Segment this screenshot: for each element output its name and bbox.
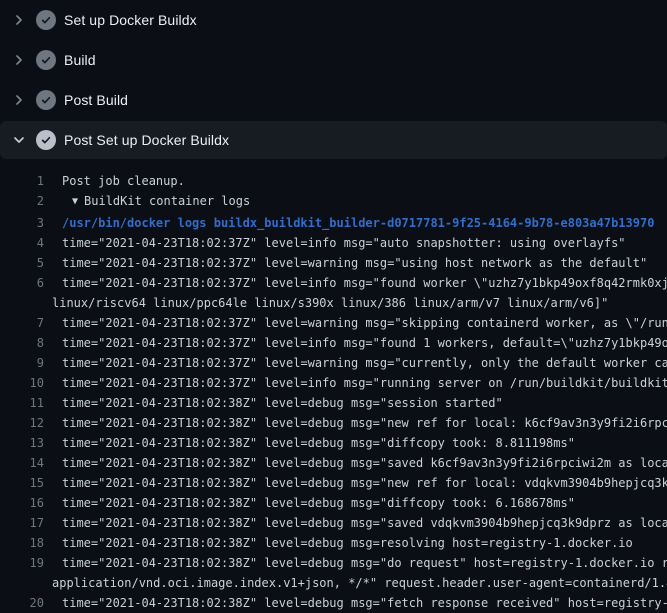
log-line: 16 time="2021-04-23T18:02:38Z" level=deb…	[0, 493, 667, 513]
log-line-number[interactable]: 5	[0, 253, 44, 273]
log-line: 15 time="2021-04-23T18:02:38Z" level=deb…	[0, 473, 667, 493]
log-line-text: time="2021-04-23T18:02:37Z" level=info m…	[52, 373, 667, 393]
log-line-number[interactable]: 2	[0, 191, 44, 213]
step-label: Post Build	[64, 90, 128, 110]
log-line-number[interactable]: 8	[0, 333, 44, 353]
log-line-number[interactable]: 9	[0, 353, 44, 373]
log-container: 1 Post job cleanup. 2 ▼BuildKit containe…	[0, 171, 667, 613]
step-set-up-docker-buildx[interactable]: Set up Docker Buildx	[0, 0, 667, 40]
log-line-number[interactable]: 17	[0, 513, 44, 533]
log-line-number[interactable]: 10	[0, 373, 44, 393]
step-build[interactable]: Build	[0, 40, 667, 80]
log-line-text: time="2021-04-23T18:02:37Z" level=warnin…	[52, 253, 647, 273]
log-line: 2 ▼BuildKit container logs	[0, 191, 667, 213]
log-line-text: time="2021-04-23T18:02:38Z" level=debug …	[52, 513, 667, 533]
log-line-number[interactable]: 13	[0, 433, 44, 453]
log-line: 7 time="2021-04-23T18:02:37Z" level=warn…	[0, 313, 667, 333]
log-line-text: time="2021-04-23T18:02:38Z" level=debug …	[52, 433, 575, 453]
log-line-text: time="2021-04-23T18:02:38Z" level=debug …	[52, 593, 667, 613]
log-line: 1 Post job cleanup.	[0, 171, 667, 191]
log-line: 9 time="2021-04-23T18:02:37Z" level=warn…	[0, 353, 667, 373]
log-line-text: time="2021-04-23T18:02:37Z" level=info m…	[52, 333, 667, 353]
log-line: 3 /usr/bin/docker logs buildx_buildkit_b…	[0, 213, 667, 233]
log-line: 10 time="2021-04-23T18:02:37Z" level=inf…	[0, 373, 667, 393]
step-post-set-up-docker-buildx[interactable]: Post Set up Docker Buildx	[0, 121, 667, 159]
chevron-right-icon	[11, 12, 27, 28]
chevron-down-icon	[11, 132, 27, 148]
log-line: 4 time="2021-04-23T18:02:37Z" level=info…	[0, 233, 667, 253]
check-circle-icon	[36, 130, 56, 150]
log-line-text: time="2021-04-23T18:02:38Z" level=debug …	[52, 453, 667, 473]
log-line-number[interactable]: 12	[0, 413, 44, 433]
log-line-text: time="2021-04-23T18:02:37Z" level=warnin…	[52, 353, 667, 373]
log-line-text: time="2021-04-23T18:02:37Z" level=info m…	[52, 233, 626, 253]
step-label: Build	[64, 50, 96, 70]
step-post-build[interactable]: Post Build	[0, 80, 667, 120]
log-line: 11 time="2021-04-23T18:02:38Z" level=deb…	[0, 393, 667, 413]
group-toggle-icon[interactable]: ▼	[62, 192, 78, 212]
log-line-number[interactable]: 7	[0, 313, 44, 333]
log-line-text: time="2021-04-23T18:02:38Z" level=debug …	[52, 533, 633, 553]
log-line-number[interactable]: 6	[0, 273, 44, 313]
log-line-text: time="2021-04-23T18:02:38Z" level=debug …	[52, 393, 503, 413]
log-line-number[interactable]: 3	[0, 213, 44, 233]
log-line-number[interactable]: 19	[0, 553, 44, 593]
log-line: 12 time="2021-04-23T18:02:38Z" level=deb…	[0, 413, 667, 433]
log-line: 20 time="2021-04-23T18:02:38Z" level=deb…	[0, 593, 667, 613]
log-line: 5 time="2021-04-23T18:02:37Z" level=warn…	[0, 253, 667, 273]
log-line-number[interactable]: 14	[0, 453, 44, 473]
log-line-text: time="2021-04-23T18:02:38Z" level=debug …	[52, 473, 667, 493]
log-line: 19 time="2021-04-23T18:02:38Z" level=deb…	[0, 553, 667, 593]
log-line-number[interactable]: 11	[0, 393, 44, 413]
log-line-number[interactable]: 20	[0, 593, 44, 613]
log-line: 13 time="2021-04-23T18:02:38Z" level=deb…	[0, 433, 667, 453]
log-line-number[interactable]: 15	[0, 473, 44, 493]
check-circle-icon	[36, 90, 56, 110]
check-circle-icon	[36, 10, 56, 30]
chevron-right-icon	[11, 92, 27, 108]
log-line: 8 time="2021-04-23T18:02:37Z" level=info…	[0, 333, 667, 353]
log-line: 14 time="2021-04-23T18:02:38Z" level=deb…	[0, 453, 667, 473]
log-line-number[interactable]: 16	[0, 493, 44, 513]
steps-list: Set up Docker Buildx Build Post Build Po…	[0, 0, 667, 159]
chevron-right-icon	[11, 52, 27, 68]
log-line-text: time="2021-04-23T18:02:38Z" level=debug …	[52, 493, 575, 513]
log-line-text: time="2021-04-23T18:02:37Z" level=warnin…	[52, 313, 667, 333]
log-line: 17 time="2021-04-23T18:02:38Z" level=deb…	[0, 513, 667, 533]
log-line-text: Post job cleanup.	[52, 171, 185, 191]
step-label: Set up Docker Buildx	[64, 10, 197, 30]
check-circle-icon	[36, 50, 56, 70]
actions-log-viewer: { "colors": { "page_bg": "#0b0e14", "hea…	[0, 0, 667, 600]
log-line-text: time="2021-04-23T18:02:37Z" level=info m…	[52, 273, 667, 313]
step-label: Post Set up Docker Buildx	[64, 130, 229, 150]
log-line-text: time="2021-04-23T18:02:38Z" level=debug …	[52, 553, 667, 593]
log-line-number[interactable]: 18	[0, 533, 44, 553]
log-line-text: time="2021-04-23T18:02:38Z" level=debug …	[52, 413, 667, 433]
log-line: 6 time="2021-04-23T18:02:37Z" level=info…	[0, 273, 667, 313]
log-line-number[interactable]: 1	[0, 171, 44, 191]
log-line-text[interactable]: ▼BuildKit container logs	[52, 191, 250, 213]
log-line: 18 time="2021-04-23T18:02:38Z" level=deb…	[0, 533, 667, 553]
log-line-number[interactable]: 4	[0, 233, 44, 253]
log-line-text: /usr/bin/docker logs buildx_buildkit_bui…	[52, 213, 654, 233]
